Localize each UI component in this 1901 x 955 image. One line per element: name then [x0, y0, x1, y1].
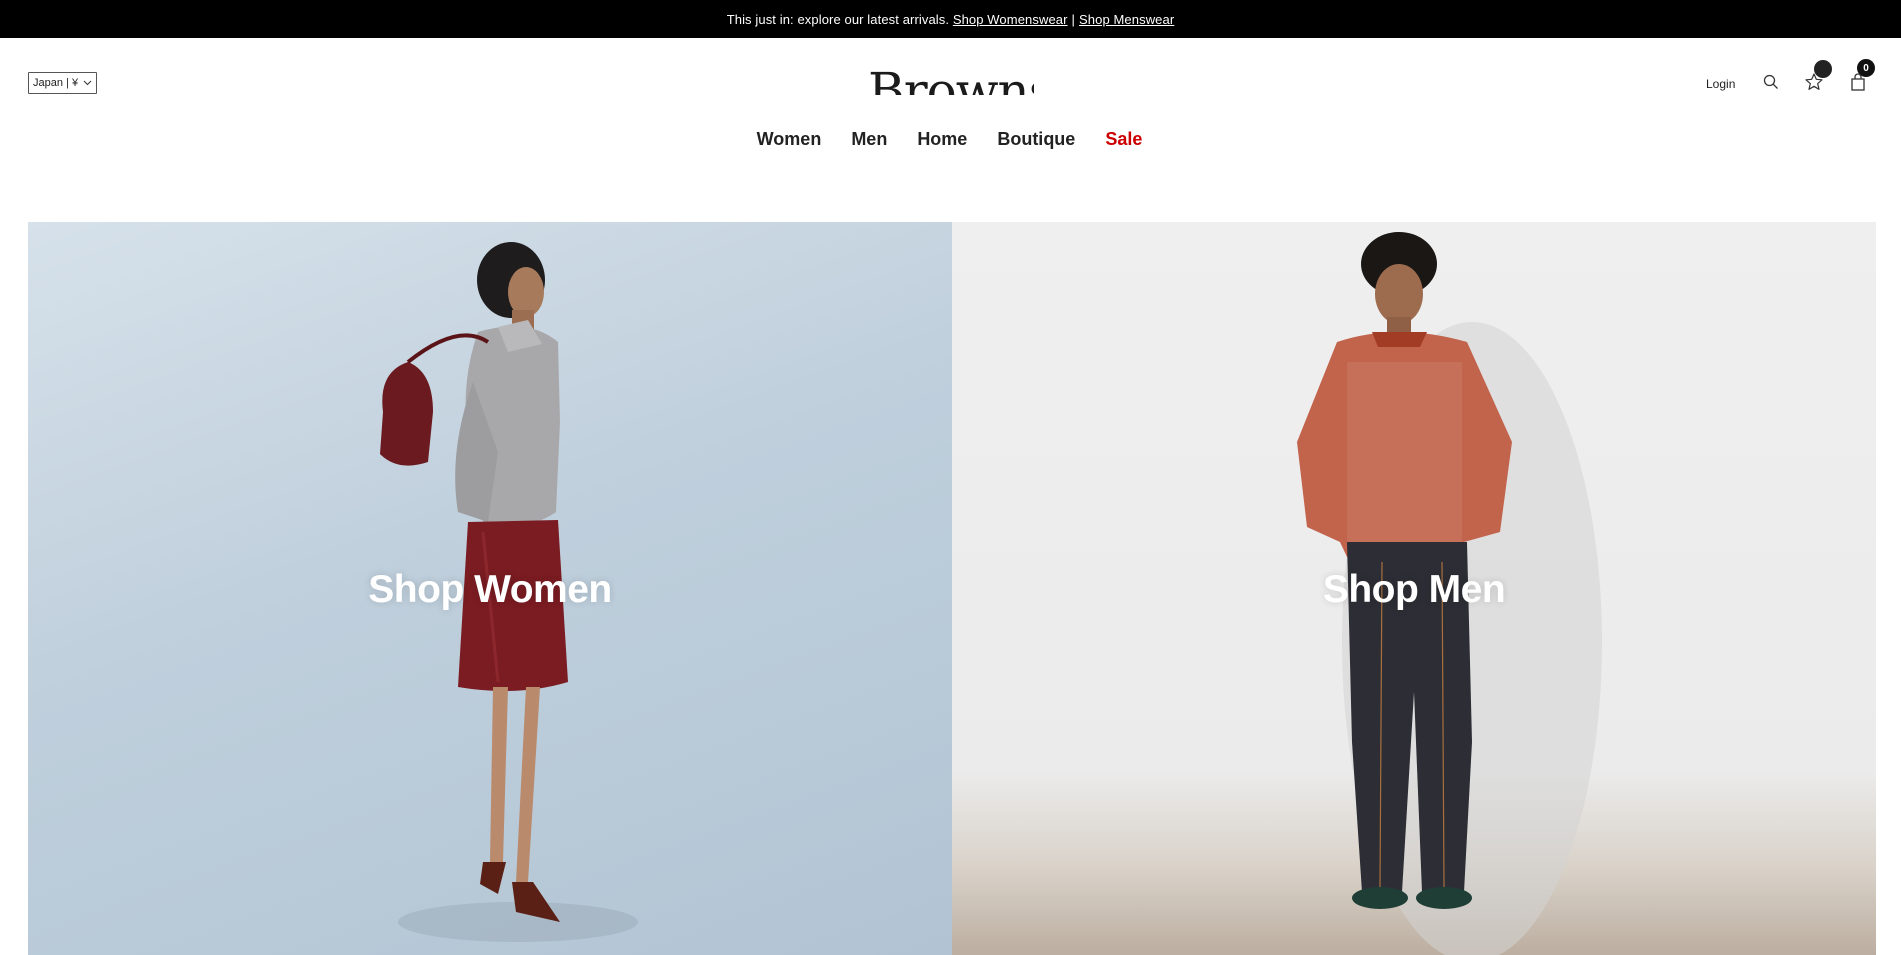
nav-item-home[interactable]: Home — [902, 126, 982, 152]
announcement-text: This just in: explore our latest arrival… — [726, 11, 950, 27]
site-header: Japan | ¥ Browns Women Men Home Boutique… — [0, 38, 1901, 158]
shop-menswear-link[interactable]: Shop Menswear — [1079, 12, 1174, 27]
nav-item-men[interactable]: Men — [836, 126, 902, 152]
nav-item-boutique[interactable]: Boutique — [982, 126, 1090, 152]
bag-icon[interactable] — [1848, 71, 1868, 93]
search-icon[interactable] — [1762, 73, 1780, 91]
announcement-separator: | — [1071, 11, 1076, 27]
main-nav: Women Men Home Boutique Sale — [0, 126, 1901, 152]
logo-text: Browns — [868, 62, 1034, 95]
shop-women-label: Shop Women — [368, 568, 612, 611]
nav-item-women[interactable]: Women — [742, 126, 837, 152]
shop-men-label: Shop Men — [1322, 568, 1506, 611]
shop-men-panel[interactable]: Shop Men — [952, 222, 1876, 955]
country-currency-label: Japan | ¥ — [33, 77, 79, 89]
announcement-bar: This just in: explore our latest arrival… — [0, 0, 1901, 38]
chevron-down-icon — [83, 78, 92, 88]
shop-women-panel[interactable]: Shop Women — [28, 222, 952, 955]
nav-item-sale[interactable]: Sale — [1090, 126, 1157, 152]
star-icon[interactable] — [1803, 71, 1825, 93]
hero-section: Shop Women Shop Men — [28, 222, 1876, 955]
site-logo[interactable]: Browns — [868, 59, 1034, 95]
country-currency-select[interactable]: Japan | ¥ — [28, 72, 97, 94]
shop-womenswear-link[interactable]: Shop Womenswear — [953, 12, 1068, 27]
login-link[interactable]: Login — [1706, 77, 1735, 91]
